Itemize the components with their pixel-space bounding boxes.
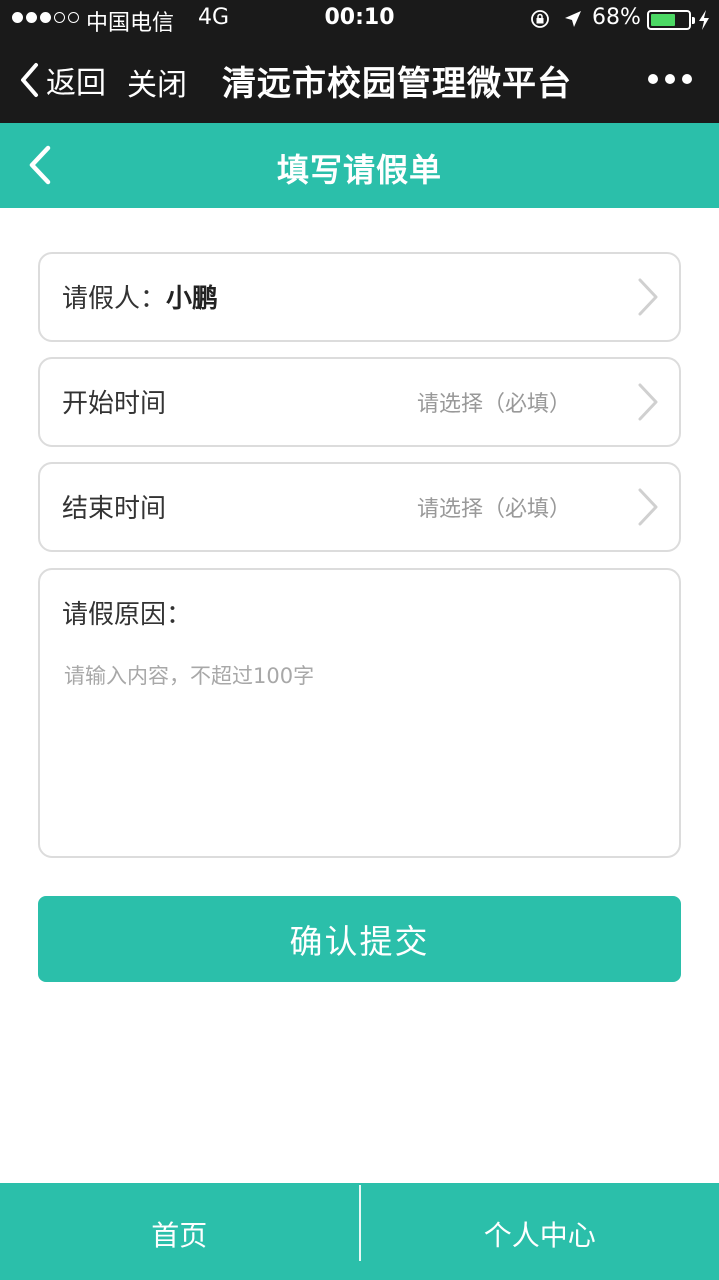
page-header: 填写请假单 bbox=[0, 123, 719, 208]
tab-home[interactable]: 首页 bbox=[0, 1183, 359, 1280]
wechat-nav-bar: 返回 关闭 清远市校园管理微平台 bbox=[0, 40, 719, 123]
applicant-value: 小鹏 bbox=[166, 284, 219, 314]
back-label: 返回 bbox=[46, 66, 106, 101]
chevron-right-icon bbox=[638, 488, 658, 526]
more-dots-icon[interactable] bbox=[648, 74, 692, 84]
page-title: 填写请假单 bbox=[276, 151, 442, 189]
bottom-tab-bar: 首页 个人中心 bbox=[0, 1183, 719, 1280]
back-button[interactable]: 返回 bbox=[18, 58, 106, 102]
start-time-label: 开始时间 bbox=[62, 389, 167, 419]
start-time-row[interactable]: 开始时间 请选择（必填） bbox=[38, 357, 681, 447]
chevron-right-icon bbox=[638, 383, 658, 421]
submit-button[interactable]: 确认提交 bbox=[38, 896, 681, 982]
close-button[interactable]: 关闭 bbox=[127, 60, 187, 104]
chevron-left-icon bbox=[21, 63, 38, 97]
orientation-lock-icon bbox=[531, 10, 549, 28]
top-bar: 中国电信 4G 00:10 68% 返回 关闭 清远市校园管理微平台 bbox=[0, 0, 719, 123]
applicant-row[interactable]: 请假人：小鹏 bbox=[38, 252, 681, 342]
start-time-placeholder: 请选择（必填） bbox=[416, 392, 571, 417]
charging-bolt-icon bbox=[699, 10, 709, 30]
location-arrow-icon bbox=[565, 11, 581, 27]
app-title: 清远市校园管理微平台 bbox=[222, 64, 572, 104]
end-time-placeholder: 请选择（必填） bbox=[416, 497, 571, 522]
reason-textarea[interactable]: 请假原因： 请输入内容，不超过100字 bbox=[38, 568, 681, 858]
battery-percent: 68% bbox=[592, 5, 641, 30]
applicant-label: 请假人： bbox=[62, 284, 167, 314]
battery-icon bbox=[647, 10, 695, 30]
applicant-field: 请假人：小鹏 bbox=[62, 278, 218, 315]
reason-label: 请假原因： bbox=[62, 600, 193, 630]
end-time-row[interactable]: 结束时间 请选择（必填） bbox=[38, 462, 681, 552]
reason-placeholder: 请输入内容，不超过100字 bbox=[64, 664, 315, 688]
end-time-label: 结束时间 bbox=[62, 494, 167, 524]
chevron-right-icon bbox=[638, 278, 658, 316]
tab-personal-center[interactable]: 个人中心 bbox=[361, 1183, 719, 1280]
status-bar: 中国电信 4G 00:10 68% bbox=[0, 0, 719, 40]
